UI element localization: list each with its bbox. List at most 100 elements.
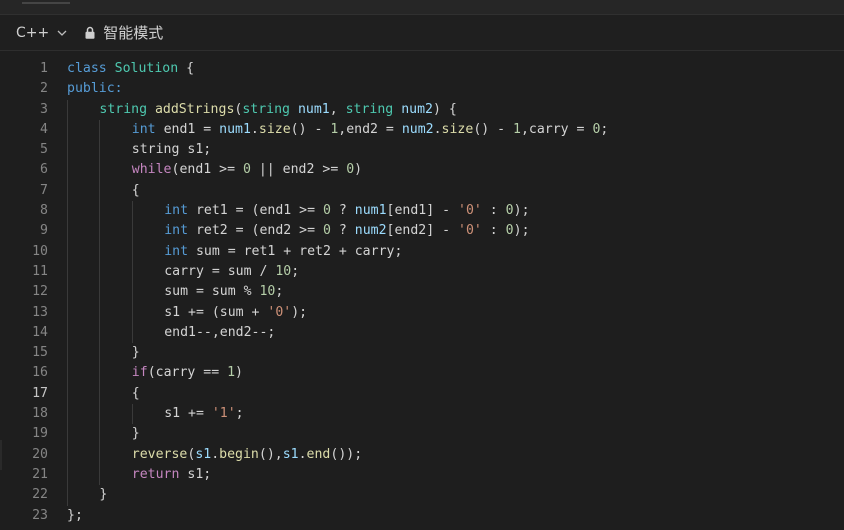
line-number: 18 xyxy=(32,406,48,422)
line-number: 15 xyxy=(32,345,48,361)
code-editor[interactable]: 1 class Solution {2 public: 3 string addStri… xyxy=(0,51,844,530)
tab-fragment xyxy=(22,0,70,4)
code-token: num2 xyxy=(401,101,433,117)
code-text: } xyxy=(132,343,140,363)
indent-guide xyxy=(131,221,133,242)
line-number: 11 xyxy=(32,263,48,279)
code-token: ,end2 = xyxy=(338,121,402,137)
code-line[interactable]: 11 carry = sum / 10; xyxy=(0,261,844,283)
code-token: } xyxy=(131,426,140,442)
indent-guide xyxy=(67,322,68,344)
indent-guide xyxy=(99,464,101,486)
indent-guide xyxy=(67,119,68,141)
indent-guide xyxy=(131,261,133,283)
line-number: 20 xyxy=(32,446,48,462)
code-token: : xyxy=(481,223,506,239)
code-token: '1' xyxy=(211,406,236,422)
code-line[interactable]: 15} xyxy=(0,343,844,364)
indent-guide xyxy=(67,160,68,181)
code-token: 0 xyxy=(505,223,514,239)
code-line[interactable]: 12 sum = sum % 10; xyxy=(0,282,844,303)
lock-icon xyxy=(85,26,95,39)
indent-guide xyxy=(99,343,101,364)
indent-guide xyxy=(99,241,101,262)
code-token: size xyxy=(441,121,474,137)
code-line[interactable]: 14 end1--,end2--; xyxy=(0,322,844,344)
code-token: } xyxy=(99,487,108,503)
code-line[interactable]: 9 int ret2 = (end2 >= 0 ? num2[end2] - '0… xyxy=(0,221,844,242)
code-token: while xyxy=(131,162,172,178)
indent-guide xyxy=(99,302,101,323)
code-line[interactable]: 10 int sum = ret1 + ret2 + carry; xyxy=(0,241,844,262)
code-token: 0 xyxy=(505,203,514,219)
code-line[interactable]: 1 class Solution { xyxy=(0,59,844,79)
code-line[interactable]: 4 int end1 = num1.size() - 1,end2 = num2.… xyxy=(0,119,844,141)
code-line[interactable]: 18 s1 += '1'; xyxy=(0,404,844,425)
code-token: int xyxy=(164,223,189,239)
code-token: num1 xyxy=(219,121,251,137)
code-line[interactable]: 17 { xyxy=(0,383,844,405)
code-line[interactable]: 2 public: xyxy=(0,79,844,99)
code-line[interactable]: 20 reverse(s1.begin(),s1.end()); xyxy=(0,444,844,465)
code-token: return xyxy=(131,466,180,482)
code-line[interactable]: 23}; xyxy=(0,506,844,526)
editor-toolbar: C++ 智能模式 xyxy=(0,15,844,51)
code-token: s1 += (sum + xyxy=(164,304,268,320)
code-line[interactable]: 6 while(end1 >= 0 || end2 >= 0) xyxy=(0,160,844,181)
smart-mode-toggle[interactable]: 智能模式 xyxy=(85,22,163,43)
code-text: if(carry == 1) xyxy=(132,363,243,383)
code-token: ); xyxy=(513,203,530,219)
code-token: [end1] - xyxy=(386,203,459,219)
language-selector[interactable]: C++ xyxy=(16,25,67,41)
code-token: 0 xyxy=(242,162,251,178)
code-line[interactable]: 13 s1 += (sum + '0'); xyxy=(0,302,844,323)
code-line[interactable]: 21 return s1; xyxy=(0,464,844,486)
indent-guide xyxy=(131,241,133,262)
smart-mode-label: 智能模式 xyxy=(103,24,164,42)
indent-guide xyxy=(131,302,133,323)
code-token: ret2 = (end2 >= xyxy=(188,223,323,239)
code-line[interactable]: 7{ xyxy=(0,180,844,202)
code-token: 0 xyxy=(323,203,331,219)
code-token: string xyxy=(242,101,290,117)
code-token: ? xyxy=(330,203,355,219)
code-token: if xyxy=(131,365,148,381)
code-line[interactable]: 19} xyxy=(0,424,844,445)
code-line[interactable]: 22} xyxy=(0,485,844,506)
indent-guide xyxy=(67,343,68,364)
code-text: string addStrings(string num1, string nu… xyxy=(99,100,456,120)
code-token: num2 xyxy=(354,223,387,239)
code-text: return s1; xyxy=(132,465,211,485)
code-token: { xyxy=(178,61,195,76)
line-number: 23 xyxy=(32,507,48,523)
code-line[interactable]: 3 string addStrings(string num1, string n… xyxy=(0,99,844,120)
line-number: 9 xyxy=(40,223,48,239)
indent-guide xyxy=(99,261,101,283)
code-token: ); xyxy=(291,304,308,320)
code-token: Solution xyxy=(114,61,179,76)
code-text: sum = sum % 10; xyxy=(164,282,283,302)
code-token: num2 xyxy=(401,121,434,137)
code-token: '0' xyxy=(458,223,482,239)
indent-guide xyxy=(131,404,133,425)
code-token: ) { xyxy=(432,101,457,117)
code-text: s1 += '1'; xyxy=(164,404,243,424)
code-token: ,carry = xyxy=(520,121,593,137)
code-token: ; xyxy=(291,263,300,279)
code-token: ; xyxy=(600,121,609,137)
code-line[interactable]: 8 int ret1 = (end1 >= 0 ? num1[end1] - '0… xyxy=(0,201,844,222)
code-text: } xyxy=(99,485,107,505)
indent-guide xyxy=(99,322,101,344)
code-text: int end1 = num1.size() - 1,end2 = num2.s… xyxy=(132,120,609,140)
indent-guide xyxy=(131,282,133,303)
code-text: public: xyxy=(67,79,123,99)
code-token: string s1; xyxy=(131,142,212,158)
code-token: 1 xyxy=(227,365,236,381)
code-line[interactable]: 16 if(carry == 1) xyxy=(0,363,844,384)
code-token: || end2 >= xyxy=(250,162,347,178)
code-token: end1 = xyxy=(155,121,220,137)
code-token: , xyxy=(329,101,346,117)
code-line[interactable]: 5 string s1; xyxy=(0,140,844,161)
